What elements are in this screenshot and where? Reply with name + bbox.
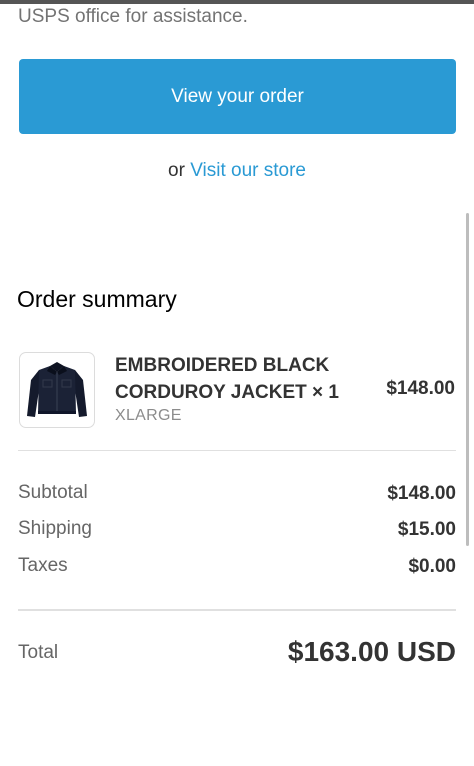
top-divider <box>0 0 474 4</box>
product-name: EMBROIDERED BLACK CORDUROY JACKET × 1 <box>115 355 340 403</box>
order-summary-heading: Order summary <box>17 286 177 312</box>
subtotal-label: Subtotal <box>18 482 88 503</box>
product-thumbnail <box>19 352 95 428</box>
shipping-value: $15.00 <box>397 519 456 540</box>
taxes-value: $0.00 <box>408 556 456 577</box>
jacket-icon <box>27 362 87 417</box>
total-value: $163.00 USD <box>287 636 456 667</box>
summary-divider <box>18 450 456 451</box>
total-label: Total <box>18 642 59 663</box>
scrollbar[interactable] <box>466 213 469 546</box>
shipping-label: Shipping <box>18 518 92 539</box>
total-divider <box>18 609 456 611</box>
intro-text: USPS office for assistance. <box>18 6 248 27</box>
product-price: $148.00 <box>386 378 455 399</box>
or-text: or <box>168 160 191 181</box>
view-order-button[interactable]: View your order <box>19 59 456 134</box>
product-variant: XLARGE <box>115 407 182 424</box>
visit-store-link[interactable]: Visit our store <box>190 160 306 181</box>
order-status-page: USPS office for assistance. View your or… <box>0 0 474 766</box>
taxes-label: Taxes <box>18 555 68 576</box>
store-link-line: or Visit our store <box>0 160 474 182</box>
subtotal-value: $148.00 <box>387 483 456 504</box>
